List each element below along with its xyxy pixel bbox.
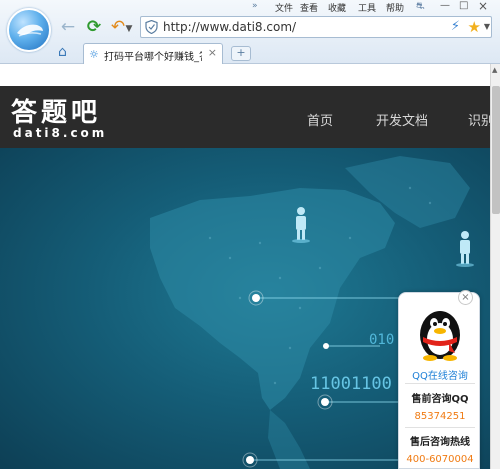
menu-help[interactable]: 帮助 [386, 1, 404, 14]
menu-tools[interactable]: 工具 [358, 1, 376, 14]
qq-penguin-icon[interactable] [413, 305, 467, 361]
window-close-icon[interactable]: × [478, 0, 488, 13]
nav-docs-link[interactable]: 开发文档 [376, 110, 428, 129]
tab-title: 打码平台哪个好赚钱_答题 [104, 52, 202, 63]
browser-toolbar: » 文件 查看 收藏 工具 帮助 ⛐ — □ × ← ⟳ ↶ ▼ http://… [0, 0, 500, 64]
person-figure-icon [460, 231, 470, 264]
scrollbar-thumb[interactable] [492, 86, 500, 214]
home-icon[interactable]: ⌂ [58, 44, 67, 60]
divider [405, 383, 475, 384]
qq-online-consult-link[interactable]: QQ在线咨询 [399, 367, 481, 382]
maximize-icon[interactable]: □ [459, 0, 468, 11]
site-logo-domain[interactable]: dati8.com [13, 126, 107, 140]
skin-icon[interactable]: ⛐ [416, 1, 425, 14]
site-logo-chinese[interactable]: 答题吧 [11, 92, 101, 129]
menu-file[interactable]: 文件 [275, 1, 293, 14]
browser-window: » 文件 查看 收藏 工具 帮助 ⛐ — □ × ← ⟳ ↶ ▼ http://… [0, 0, 500, 469]
back-arrow-icon[interactable]: ← [58, 17, 78, 37]
page-top-strip [0, 64, 490, 86]
ie-page-icon: ☼ [89, 48, 99, 61]
close-icon[interactable]: × [458, 290, 473, 305]
menu-favorites[interactable]: 收藏 [328, 1, 346, 14]
security-shield-icon [145, 20, 158, 34]
refresh-icon[interactable]: ⟳ [84, 17, 104, 37]
scroll-up-icon[interactable]: ▲ [492, 66, 497, 74]
address-url-text[interactable]: http://www.dati8.com/ [163, 20, 296, 34]
speed-mode-icon[interactable]: ⚡ [451, 19, 460, 34]
new-tab-button[interactable]: + [231, 46, 251, 61]
site-header: 答题吧 dati8.com 首页 开发文档 识别 [0, 86, 490, 148]
aftersale-hotline-number[interactable]: 400-6070004 [399, 454, 481, 465]
presale-qq-number[interactable]: 85374251 [399, 411, 481, 422]
tab-close-icon[interactable]: × [208, 46, 217, 59]
qq-consult-panel: × QQ在线咨询 售前咨询QQ 85374251 售后咨询热线 400-6070… [398, 290, 481, 469]
presale-qq-label: 售前咨询QQ [411, 394, 469, 405]
address-bar[interactable]: http://www.dati8.com/ ⚡ ★ ▼ [140, 16, 492, 38]
menu-more-button[interactable]: » [252, 1, 258, 11]
minimize-icon[interactable]: — [440, 0, 450, 11]
vertical-scrollbar[interactable]: ▲ [490, 64, 500, 469]
menu-view[interactable]: 查看 [300, 1, 318, 14]
undo-dropdown-icon[interactable]: ▼ [124, 19, 134, 39]
nav-home-link[interactable]: 首页 [307, 110, 333, 129]
address-dropdown-icon[interactable]: ▼ [484, 22, 490, 31]
browser-tab-active[interactable]: ☼ 打码平台哪个好赚钱_答题 × [83, 43, 223, 64]
hero-binary-small: 010 [369, 332, 394, 348]
hero-binary-large: 11001100 [310, 374, 392, 394]
tab-strip: ⌂ ☼ 打码平台哪个好赚钱_答题 × + [0, 42, 500, 64]
aftersale-hotline-label: 售后咨询热线 [410, 437, 470, 448]
favorite-star-icon[interactable]: ★ [468, 18, 481, 36]
nav-recognition-link[interactable]: 识别 [468, 110, 490, 129]
divider [405, 427, 475, 428]
